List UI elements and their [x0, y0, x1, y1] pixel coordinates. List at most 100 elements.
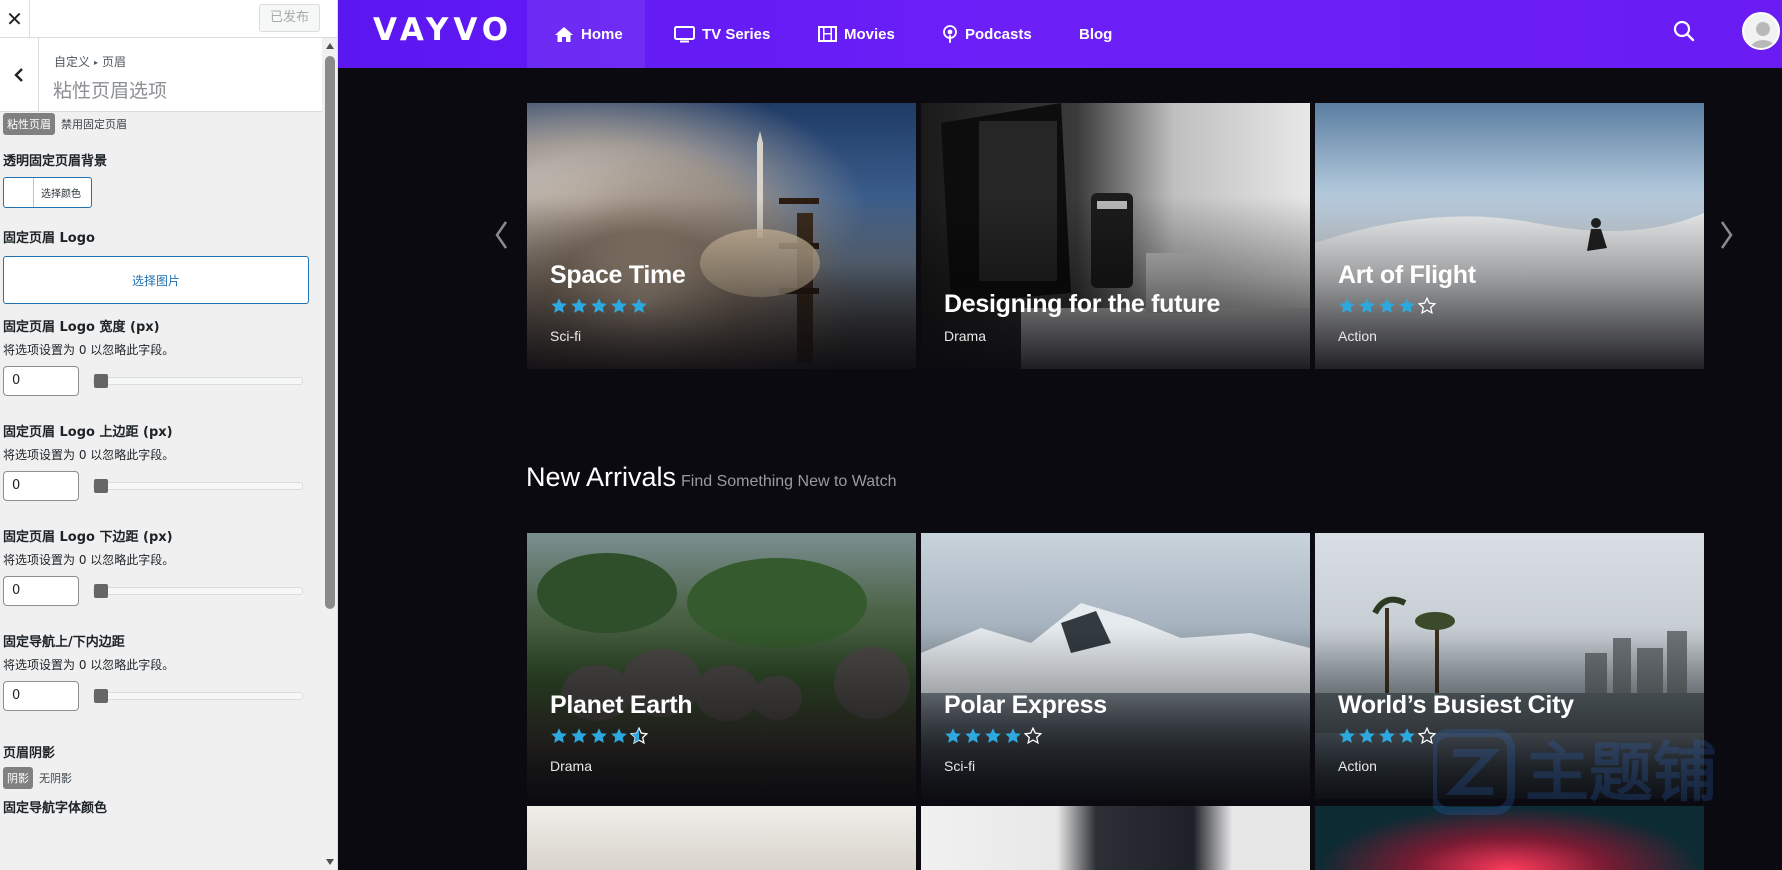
- field-description: 将选项设置为 0 以忽略此字段。: [3, 448, 175, 462]
- logo-width-field: 固定页眉 Logo 宽度 (px) 将选项设置为 0 以忽略此字段。 0: [3, 319, 324, 396]
- logo-bottom-margin-input[interactable]: 0: [3, 576, 79, 606]
- star-icon: [611, 298, 627, 313]
- field-description: 将选项设置为 0 以忽略此字段。: [3, 343, 175, 357]
- color-picker-button[interactable]: 选择颜色: [3, 177, 92, 208]
- movie-card[interactable]: Planet Earth Drama: [527, 533, 916, 799]
- star-icon: [1005, 728, 1021, 743]
- svg-text:主题铺: 主题铺: [1525, 737, 1717, 811]
- card-title: Designing for the future: [944, 290, 1221, 318]
- shadow-label: 页眉阴影: [3, 746, 56, 761]
- nav-blog[interactable]: Blog: [1079, 0, 1112, 68]
- star-icon: [1359, 728, 1375, 743]
- sticky-header-toggle: 粘性页眉 禁用固定页眉: [3, 112, 324, 136]
- movie-card[interactable]: [921, 806, 1310, 870]
- sticky-off-option[interactable]: 禁用固定页眉: [55, 113, 133, 135]
- breadcrumb: 自定义 ▸ 页眉: [54, 53, 126, 70]
- carousel-prev-icon[interactable]: [494, 220, 510, 250]
- nav-padding-slider[interactable]: [93, 689, 303, 703]
- rating-stars: [550, 727, 648, 744]
- featured-card[interactable]: Designing for the future Drama: [921, 103, 1310, 369]
- card-gradient: [527, 103, 916, 369]
- card-title: Polar Express: [944, 691, 1107, 719]
- breadcrumb-separator-icon: ▸: [94, 58, 99, 67]
- nav-podcasts[interactable]: Podcasts: [942, 0, 1032, 68]
- card-genre: Action: [1338, 328, 1377, 344]
- nav-home[interactable]: Home: [527, 0, 645, 68]
- shadow-toggle: 阴影 无阴影: [3, 766, 324, 790]
- star-icon: [1339, 298, 1355, 313]
- section-title: 粘性页眉选项: [53, 80, 168, 102]
- card-title: Art of Flight: [1338, 261, 1476, 289]
- star-icon: [1379, 728, 1395, 743]
- nav-label: TV Series: [702, 25, 771, 43]
- star-icon: [631, 298, 647, 313]
- star-empty-icon: [1418, 297, 1436, 314]
- card-genre: Drama: [944, 328, 987, 344]
- section-heading: New Arrivals: [526, 462, 677, 492]
- card-genre: Drama: [550, 758, 593, 774]
- star-icon: [985, 728, 1001, 743]
- search-icon[interactable]: [1673, 20, 1695, 42]
- site-preview: VAYVO Home TV Series Movies Podcasts Blo…: [338, 0, 1782, 870]
- movie-card[interactable]: [527, 806, 916, 870]
- field-label: 固定页眉 Logo 下边距 (px): [3, 530, 173, 545]
- select-image-button[interactable]: 选择图片: [3, 256, 309, 304]
- close-customizer-button[interactable]: ✕: [0, 0, 30, 37]
- rating-stars: [1338, 297, 1436, 314]
- home-icon: [555, 26, 573, 42]
- star-icon: [591, 728, 607, 743]
- logo-label: 固定页眉 Logo: [3, 231, 95, 246]
- logo-top-margin-slider[interactable]: [93, 479, 303, 493]
- logo-width-slider[interactable]: [93, 374, 303, 388]
- nav-label: Movies: [844, 25, 895, 43]
- star-icon: [591, 298, 607, 313]
- nav-movies[interactable]: Movies: [818, 0, 895, 68]
- rating-stars: [944, 727, 1042, 744]
- card-title: Planet Earth: [550, 691, 693, 719]
- shadow-on-option[interactable]: 阴影: [3, 767, 33, 789]
- bg-color-label: 透明固定页眉背景: [3, 154, 108, 169]
- scroll-up-icon[interactable]: [326, 43, 334, 49]
- breadcrumb-parent: 自定义: [54, 55, 91, 69]
- logo-top-margin-input[interactable]: 0: [3, 471, 79, 501]
- star-empty-icon: [1024, 727, 1042, 744]
- slider-thumb[interactable]: [94, 584, 108, 598]
- field-label: 固定导航上/下内边距: [3, 635, 125, 650]
- breadcrumb-child: 页眉: [102, 55, 127, 69]
- sticky-on-option[interactable]: 粘性页眉: [3, 113, 55, 135]
- featured-card[interactable]: Art of Flight Action: [1315, 103, 1704, 369]
- star-icon: [1399, 298, 1415, 313]
- shadow-off-option[interactable]: 无阴影: [33, 767, 78, 789]
- color-picker-label: 选择颜色: [41, 189, 81, 200]
- slider-thumb[interactable]: [94, 689, 108, 703]
- nav-padding-input[interactable]: 0: [3, 681, 79, 711]
- logo-bottom-margin-slider[interactable]: [93, 584, 303, 598]
- site-logo[interactable]: VAYVO: [373, 12, 513, 48]
- user-avatar[interactable]: [1742, 12, 1780, 50]
- nav-font-color-label: 固定导航字体颜色: [3, 801, 108, 816]
- carousel-next-icon[interactable]: [1718, 220, 1734, 250]
- scroll-down-icon[interactable]: [326, 859, 334, 865]
- star-icon: [571, 298, 587, 313]
- rating-stars: [1338, 727, 1436, 744]
- nav-label: Podcasts: [965, 25, 1032, 43]
- scrollbar-thumb[interactable]: [325, 56, 335, 609]
- slider-thumb[interactable]: [94, 479, 108, 493]
- slider-thumb[interactable]: [94, 374, 108, 388]
- nav-tv-series[interactable]: TV Series: [674, 0, 770, 68]
- card-image: [527, 806, 916, 870]
- movie-card[interactable]: Polar Express Sci-fi: [921, 533, 1310, 799]
- logo-width-input[interactable]: 0: [3, 366, 79, 396]
- back-button[interactable]: [0, 38, 39, 111]
- controls-list: 粘性页眉 禁用固定页眉 透明固定页眉背景 选择颜色 固定页眉 Logo 选择图片…: [0, 112, 324, 817]
- featured-card[interactable]: Space Time Sci-fi: [527, 103, 916, 369]
- panel-scrollbar[interactable]: [322, 38, 337, 870]
- podcast-icon: [943, 24, 957, 43]
- star-icon: [1399, 728, 1415, 743]
- film-icon: [818, 26, 837, 42]
- customizer-header: ✕ 已发布: [0, 0, 337, 38]
- color-swatch: [4, 178, 34, 207]
- publish-button[interactable]: 已发布: [258, 4, 320, 32]
- field-description: 将选项设置为 0 以忽略此字段。: [3, 553, 175, 567]
- section-header: 自定义 ▸ 页眉 粘性页眉选项: [0, 38, 337, 112]
